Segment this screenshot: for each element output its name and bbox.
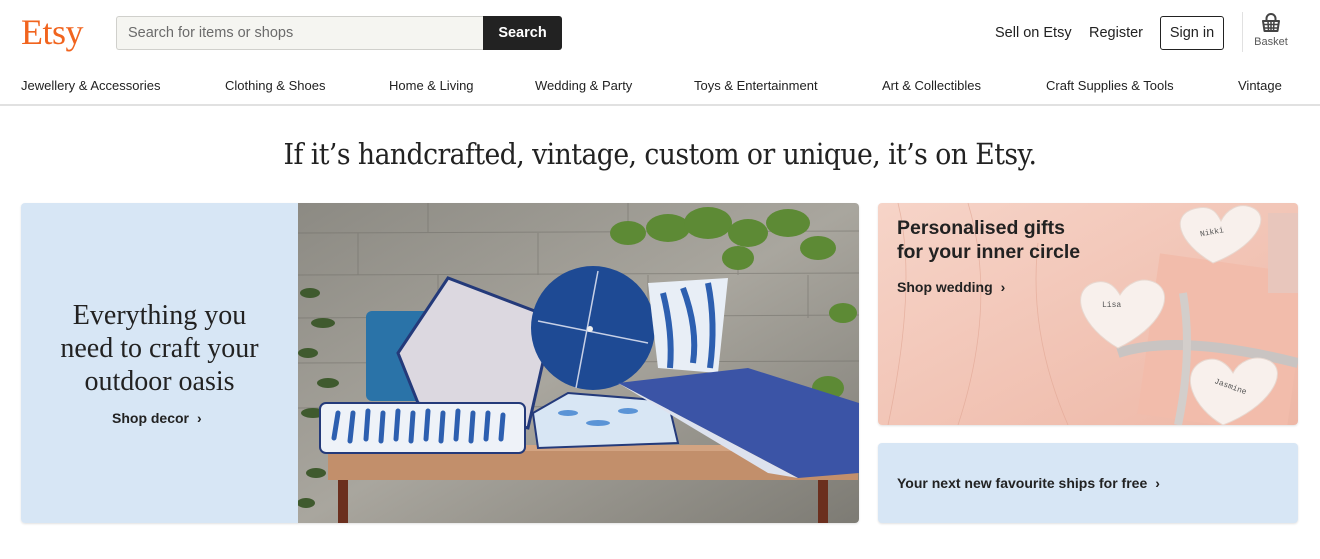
basket-button[interactable]: Basket xyxy=(1248,12,1294,56)
basket-icon xyxy=(1262,13,1280,32)
basket-label: Basket xyxy=(1254,36,1288,48)
hero-title: Everything you need to craft your outdoo… xyxy=(21,299,298,398)
dish-name-lisa: Lisa xyxy=(1102,301,1121,310)
category-nav: Jewellery & Accessories Clothing & Shoes… xyxy=(0,66,1320,106)
shop-decor-link[interactable]: Shop decor › xyxy=(112,410,202,426)
header-divider xyxy=(1242,12,1243,52)
hero-banner-outdoor[interactable]: Everything you need to craft your outdoo… xyxy=(21,203,859,523)
search-input[interactable] xyxy=(116,16,483,50)
register-link[interactable]: Register xyxy=(1089,24,1143,42)
gifts-title: Personalised gifts for your inner circle xyxy=(897,216,1080,264)
category-jewellery-accessories[interactable]: Jewellery & Accessories xyxy=(21,78,160,94)
shop-wedding-link[interactable]: Shop wedding › xyxy=(897,279,1005,295)
category-toys-entertainment[interactable]: Toys & Entertainment xyxy=(694,78,818,94)
shop-decor-label: Shop decor xyxy=(112,410,190,426)
gifts-banner[interactable]: Nikki Lisa Jasmine Personalised gifts fo… xyxy=(878,203,1298,425)
hero-text-panel: Everything you need to craft your outdoo… xyxy=(21,203,298,523)
category-home-living[interactable]: Home & Living xyxy=(389,78,474,94)
category-wedding-party[interactable]: Wedding & Party xyxy=(535,78,632,94)
category-vintage[interactable]: Vintage xyxy=(1238,78,1282,94)
page-tagline: If it’s handcrafted, vintage, custom or … xyxy=(283,137,1037,171)
free-shipping-link[interactable]: Your next new favourite ships for free › xyxy=(897,475,1160,491)
category-craft-supplies-tools[interactable]: Craft Supplies & Tools xyxy=(1046,78,1174,94)
sell-on-etsy-link[interactable]: Sell on Etsy xyxy=(995,24,1072,42)
hero-title-line: Everything you xyxy=(72,300,247,331)
free-shipping-banner[interactable]: Your next new favourite ships for free › xyxy=(878,443,1298,523)
category-clothing-shoes[interactable]: Clothing & Shoes xyxy=(225,78,325,94)
hero-title-line: outdoor oasis xyxy=(84,366,235,397)
hero-image-cushions xyxy=(298,203,859,523)
hero-title-line: need to craft your xyxy=(60,333,259,364)
gifts-title-line: Personalised gifts xyxy=(897,217,1065,239)
site-header: Etsy Search Sell on Etsy Register Sign i… xyxy=(0,0,1320,66)
etsy-logo[interactable]: Etsy xyxy=(21,12,84,52)
sign-in-button[interactable]: Sign in xyxy=(1160,16,1224,50)
chevron-right-icon: › xyxy=(1155,475,1160,491)
free-shipping-label: Your next new favourite ships for free xyxy=(897,475,1148,491)
chevron-right-icon: › xyxy=(197,410,202,426)
search-bar: Search xyxy=(116,16,562,50)
shop-wedding-label: Shop wedding xyxy=(897,279,993,295)
chevron-right-icon: › xyxy=(1000,279,1006,295)
search-button[interactable]: Search xyxy=(483,16,562,50)
category-art-collectibles[interactable]: Art & Collectibles xyxy=(882,78,981,94)
gifts-title-line: for your inner circle xyxy=(897,241,1081,263)
